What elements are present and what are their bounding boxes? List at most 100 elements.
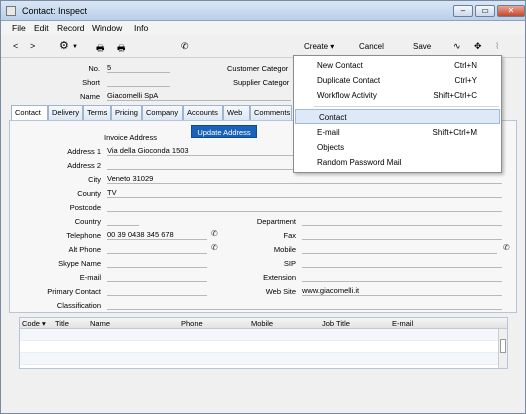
short-label: Short — [82, 78, 100, 87]
tab-comments[interactable]: Comments — [250, 105, 292, 120]
alt-phone-field[interactable] — [107, 244, 207, 254]
classification-field[interactable] — [107, 300, 502, 310]
title-bar: Contact: Inspect – ▭ ✕ — [1, 1, 525, 21]
update-address-button[interactable]: Update Address — [191, 125, 257, 138]
customer-category-label: Customer Categor — [227, 64, 289, 73]
activity-icon[interactable]: ∿ — [453, 41, 461, 52]
table-row[interactable] — [20, 341, 498, 353]
expand-icon[interactable]: ✥ — [474, 41, 482, 52]
fax-label: Fax — [283, 231, 296, 240]
phone-icon[interactable]: ✆ — [211, 229, 218, 238]
postcode-field[interactable] — [107, 202, 502, 212]
fax-field[interactable] — [302, 230, 502, 240]
no-label: No. — [88, 64, 100, 73]
country-field[interactable] — [107, 216, 139, 226]
mobile-field[interactable] — [302, 244, 497, 254]
name-field[interactable]: Giacomelli SpA — [107, 91, 291, 101]
primary-contact-label: Primary Contact — [47, 287, 101, 296]
menu-file[interactable]: File — [12, 23, 26, 33]
address1-label: Address 1 — [67, 147, 101, 156]
menu-item-email[interactable]: E-mail Shift+Ctrl+M — [294, 125, 501, 140]
tab-delivery[interactable]: Delivery — [48, 105, 83, 120]
column-job-title[interactable]: Job Title — [322, 319, 350, 328]
city-label: City — [88, 175, 101, 184]
column-title[interactable]: Title — [55, 319, 69, 328]
tab-terms[interactable]: Terms — [83, 105, 111, 120]
menu-record[interactable]: Record — [57, 23, 84, 33]
maximize-button[interactable]: ▭ — [475, 5, 495, 17]
tab-pricing[interactable]: Pricing — [111, 105, 142, 120]
tab-web[interactable]: Web — [223, 105, 250, 120]
menu-item-objects[interactable]: Objects — [294, 140, 501, 155]
telephone-field[interactable]: 00 39 0438 345 678 — [107, 230, 207, 240]
app-icon — [6, 6, 16, 16]
print-preview-icon[interactable]: 🖶 — [117, 41, 126, 57]
chevron-down-icon[interactable]: ▼ — [72, 44, 78, 50]
skype-label: Skype Name — [58, 259, 101, 268]
county-label: County — [77, 189, 101, 198]
telephone-label: Telephone — [66, 231, 101, 240]
city-field[interactable]: Veneto 31029 — [107, 174, 502, 184]
column-email[interactable]: E-mail — [392, 319, 413, 328]
website-field[interactable]: www.giacomelli.it — [302, 286, 502, 296]
table-row[interactable] — [20, 353, 498, 365]
print-icon[interactable]: 🖶 — [96, 41, 105, 57]
scrollbar-thumb[interactable] — [500, 339, 506, 353]
gear-icon[interactable]: ⚙ — [59, 39, 69, 52]
table-row[interactable] — [20, 329, 498, 341]
no-field[interactable]: 5 — [107, 63, 170, 73]
next-record-icon[interactable]: > — [30, 41, 35, 51]
phone-icon[interactable]: ✆ — [211, 243, 218, 252]
county-field[interactable]: TV — [107, 188, 502, 198]
minimize-button[interactable]: – — [453, 5, 473, 17]
column-code[interactable]: Code ▾ — [22, 319, 46, 328]
create-button[interactable]: Create ▾ — [304, 42, 334, 51]
supplier-category-label: Supplier Categor — [233, 78, 290, 87]
website-label: Web Site — [265, 287, 296, 296]
short-field[interactable] — [107, 77, 170, 87]
menu-bar: File Edit Record Window Info — [1, 21, 525, 35]
email-label: E-mail — [79, 273, 101, 282]
skype-field[interactable] — [107, 258, 207, 268]
close-button[interactable]: ✕ — [497, 5, 525, 17]
attachment-icon[interactable]: ⌇ — [495, 41, 499, 52]
phone-icon[interactable]: ✆ — [181, 41, 189, 52]
phone-icon[interactable]: ✆ — [503, 243, 510, 252]
invoice-address-label: Invoice Address — [104, 133, 157, 142]
column-mobile[interactable]: Mobile — [251, 319, 273, 328]
extension-field[interactable] — [302, 272, 502, 282]
menu-info[interactable]: Info — [134, 23, 148, 33]
contact-window: Contact: Inspect – ▭ ✕ File Edit Record … — [0, 0, 526, 414]
contacts-grid[interactable]: Code ▾ Title Name Phone Mobile Job Title… — [19, 317, 508, 369]
department-label: Department — [256, 217, 296, 226]
save-button[interactable]: Save — [413, 42, 431, 51]
create-menu: New Contact Ctrl+N Duplicate Contact Ctrl+… — [293, 55, 502, 173]
menu-item-workflow-activity[interactable]: Workflow Activity Shift+Ctrl+C — [294, 88, 501, 103]
country-label: Country — [74, 217, 101, 226]
cancel-button[interactable]: Cancel — [359, 42, 384, 51]
alt-phone-label: Alt Phone — [68, 245, 101, 254]
grid-scrollbar[interactable] — [498, 329, 507, 368]
mobile-label: Mobile — [273, 245, 296, 254]
tab-accounts[interactable]: Accounts — [183, 105, 223, 120]
menu-item-random-password-mail[interactable]: Random Password Mail — [294, 155, 501, 170]
window-title: Contact: Inspect — [22, 6, 88, 16]
menu-item-new-contact[interactable]: New Contact Ctrl+N — [294, 58, 501, 73]
menu-item-duplicate-contact[interactable]: Duplicate Contact Ctrl+Y — [294, 73, 501, 88]
primary-contact-field[interactable] — [107, 286, 207, 296]
tab-contact[interactable]: Contact — [11, 105, 48, 121]
menu-edit[interactable]: Edit — [34, 23, 49, 33]
address2-label: Address 2 — [67, 161, 101, 170]
column-phone[interactable]: Phone — [181, 319, 203, 328]
tab-company[interactable]: Company — [142, 105, 183, 120]
menu-window[interactable]: Window — [92, 23, 122, 33]
email-field[interactable] — [107, 272, 207, 282]
department-field[interactable] — [302, 216, 502, 226]
menu-separator — [314, 106, 499, 107]
grid-header: Code ▾ Title Name Phone Mobile Job Title… — [20, 318, 507, 329]
extension-label: Extension — [263, 273, 296, 282]
sip-field[interactable] — [302, 258, 502, 268]
prev-record-icon[interactable]: < — [13, 41, 18, 51]
column-name[interactable]: Name — [90, 319, 110, 328]
menu-item-contact[interactable]: Contact — [295, 109, 500, 124]
